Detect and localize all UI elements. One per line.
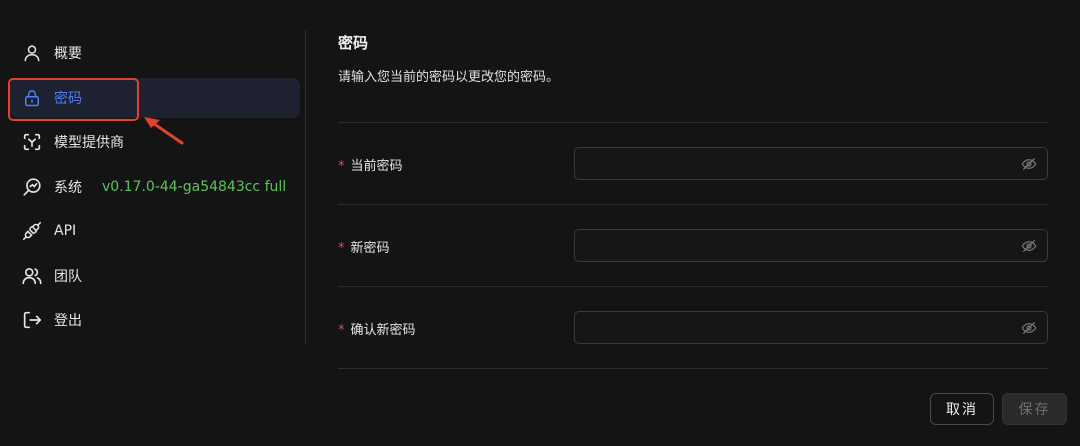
required-marker: * [338, 159, 345, 174]
sidebar-item-label: 密码 [54, 91, 82, 107]
divider [338, 122, 1048, 123]
page-title: 密码 [338, 34, 369, 52]
field-label-text: 当前密码 [350, 159, 403, 174]
field-label-text: 新密码 [350, 241, 390, 256]
divider [338, 204, 1048, 205]
sidebar-item-api[interactable]: API [10, 211, 300, 251]
system-gauge-icon [20, 175, 44, 199]
cancel-button[interactable]: 取消 [930, 393, 994, 425]
eye-off-icon[interactable] [1021, 238, 1037, 254]
sidebar-item-overview[interactable]: 概要 [10, 33, 300, 73]
settings-page: 概要 密码 模型提供商 系统 v0.17.0-44-ga54843cc full [0, 0, 1080, 446]
team-icon [20, 264, 44, 288]
page-subtitle: 请输入您当前的密码以更改您的密码。 [338, 70, 560, 85]
sidebar-divider [305, 30, 306, 344]
eye-off-icon[interactable] [1021, 156, 1037, 172]
sidebar-item-label: 登出 [54, 313, 82, 329]
sidebar-item-label: 系统 [54, 180, 82, 196]
divider [338, 286, 1048, 287]
confirm-password-input[interactable] [575, 312, 1047, 343]
sidebar-item-logout[interactable]: 登出 [10, 300, 300, 340]
logout-icon [20, 308, 44, 332]
lock-icon [20, 86, 44, 110]
sidebar-item-label: 概要 [54, 46, 82, 62]
new-password-field[interactable] [574, 229, 1048, 262]
current-password-input[interactable] [575, 148, 1047, 179]
sidebar-item-system[interactable]: 系统 v0.17.0-44-ga54843cc full [10, 167, 300, 207]
sidebar-item-password[interactable]: 密码 [10, 78, 300, 118]
current-password-field[interactable] [574, 147, 1048, 180]
confirm-password-label: * 确认新密码 [338, 319, 416, 338]
sidebar-item-label: 模型提供商 [54, 135, 124, 151]
version-text: v0.17.0-44-ga54843cc full [102, 179, 287, 195]
sidebar-item-team[interactable]: 团队 [10, 256, 300, 296]
model-provider-icon [20, 130, 44, 154]
required-marker: * [338, 323, 345, 338]
required-marker: * [338, 241, 345, 256]
eye-off-icon[interactable] [1021, 320, 1037, 336]
save-button[interactable]: 保存 [1002, 393, 1067, 425]
field-label-text: 确认新密码 [350, 323, 416, 338]
current-password-label: * 当前密码 [338, 155, 403, 174]
sidebar-item-label: 团队 [54, 269, 82, 285]
new-password-input[interactable] [575, 230, 1047, 261]
user-icon [20, 41, 44, 65]
sidebar-item-label: API [54, 223, 77, 239]
plug-icon [20, 219, 44, 243]
sidebar-item-model-provider[interactable]: 模型提供商 [10, 122, 300, 162]
divider [338, 368, 1048, 369]
new-password-label: * 新密码 [338, 237, 390, 256]
confirm-password-field[interactable] [574, 311, 1048, 344]
